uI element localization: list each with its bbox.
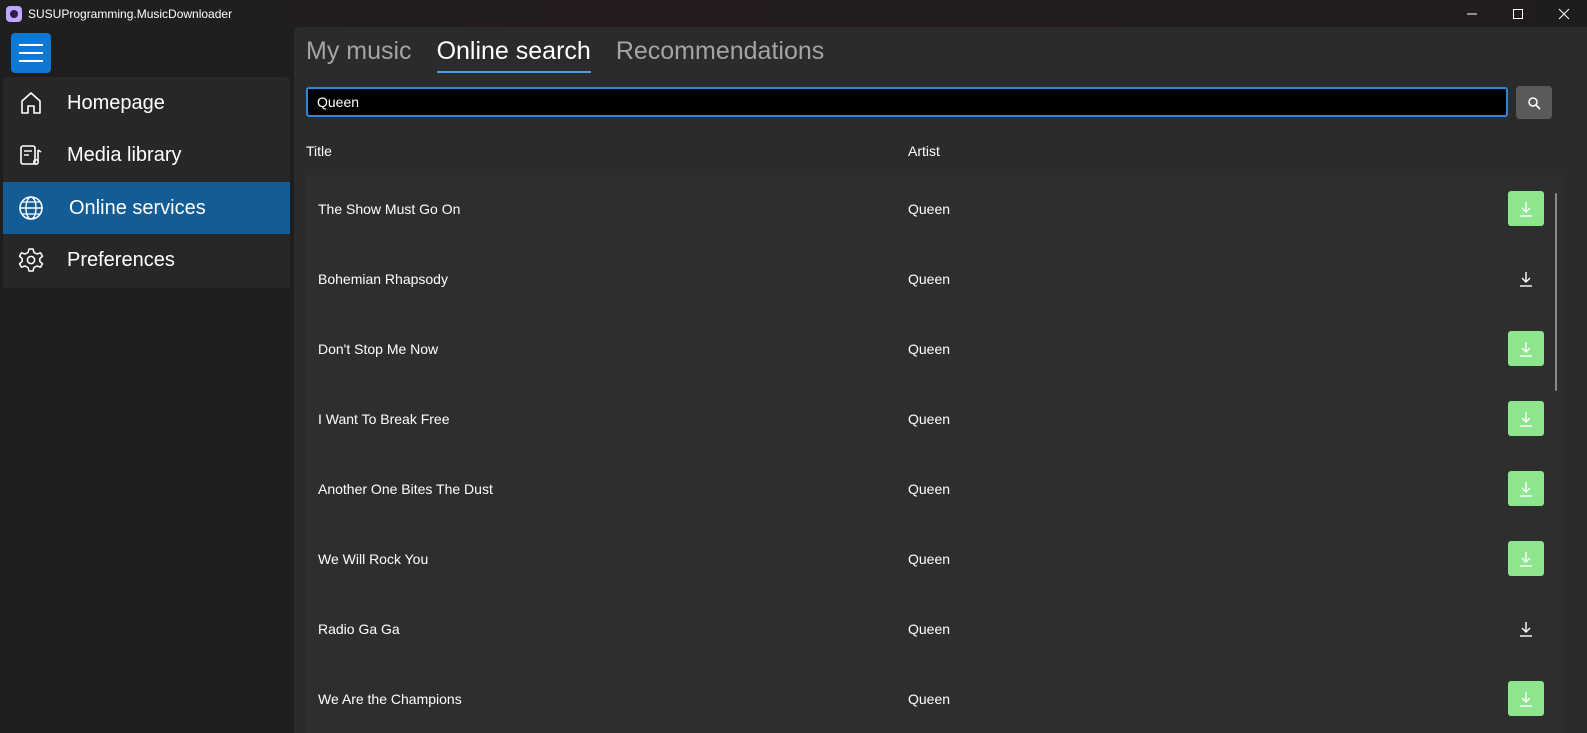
track-artist: Queen	[908, 271, 951, 287]
track-title: Radio Ga Ga	[318, 621, 400, 637]
download-button[interactable]	[1508, 261, 1544, 296]
sidebar-item-label: Media library	[67, 143, 182, 166]
download-button[interactable]	[1508, 681, 1544, 716]
track-artist: Queen	[908, 341, 951, 357]
main-content: My music Online search Recommendations T…	[294, 27, 1587, 733]
close-icon	[1558, 8, 1570, 19]
sidebar-item-preferences[interactable]: Preferences	[3, 234, 290, 286]
track-title: Bohemian Rhapsody	[318, 271, 448, 287]
nav-menu: Homepage Media library Online services P…	[3, 77, 290, 288]
maximize-button[interactable]	[1495, 0, 1541, 27]
search-icon	[1528, 96, 1541, 110]
download-icon	[1520, 621, 1532, 637]
download-icon	[1520, 481, 1532, 497]
hamburger-menu-button[interactable]	[11, 33, 51, 73]
download-icon	[1520, 201, 1532, 217]
download-icon	[1520, 691, 1532, 707]
track-title: Another One Bites The Dust	[318, 481, 493, 497]
column-header-title[interactable]: Title	[306, 143, 332, 159]
table-row[interactable]: Don't Stop Me Now Queen	[306, 315, 1564, 385]
sidebar-item-online-services[interactable]: Online services	[3, 182, 290, 234]
window-controls	[1449, 0, 1587, 27]
sidebar-item-label: Preferences	[67, 248, 175, 271]
track-title: We Will Rock You	[318, 551, 429, 567]
track-artist: Queen	[908, 411, 951, 427]
column-header-artist[interactable]: Artist	[908, 143, 940, 159]
sidebar-item-media-library[interactable]: Media library	[3, 129, 290, 181]
scrollbar[interactable]	[1555, 193, 1557, 391]
track-artist: Queen	[908, 691, 951, 707]
results-list: The Show Must Go On Queen Bohemian Rhaps…	[306, 175, 1564, 733]
table-row[interactable]: We Will Rock You Queen	[306, 525, 1564, 595]
download-icon	[1520, 271, 1532, 287]
minimize-icon	[1467, 13, 1477, 14]
title-bar: SUSUProgramming.MusicDownloader	[0, 0, 1587, 27]
track-title: The Show Must Go On	[318, 201, 461, 217]
download-button[interactable]	[1508, 331, 1544, 366]
download-button[interactable]	[1508, 471, 1544, 506]
table-row[interactable]: We Are the Champions Queen	[306, 665, 1564, 733]
sidebar-item-homepage[interactable]: Homepage	[3, 77, 290, 129]
download-button[interactable]	[1508, 191, 1544, 226]
track-title: Don't Stop Me Now	[318, 341, 439, 357]
table-row[interactable]: I Want To Break Free Queen	[306, 385, 1564, 455]
download-button[interactable]	[1508, 401, 1544, 436]
table-row[interactable]: The Show Must Go On Queen	[306, 175, 1564, 245]
sidebar-item-label: Homepage	[67, 91, 165, 114]
window-title: SUSUProgramming.MusicDownloader	[28, 6, 233, 21]
track-title: I Want To Break Free	[318, 411, 450, 427]
media-library-icon	[17, 141, 45, 169]
track-artist: Queen	[908, 551, 951, 567]
track-artist: Queen	[908, 481, 951, 497]
tab-my-music[interactable]: My music	[306, 35, 412, 73]
download-icon	[1520, 411, 1532, 427]
track-artist: Queen	[908, 621, 951, 637]
globe-icon	[17, 194, 45, 222]
download-icon	[1520, 551, 1532, 567]
download-icon	[1520, 341, 1532, 357]
sidebar: Homepage Media library Online services P…	[0, 27, 294, 733]
table-row[interactable]: Another One Bites The Dust Queen	[306, 455, 1564, 525]
search-input[interactable]	[306, 87, 1508, 117]
track-title: We Are the Champions	[318, 691, 462, 707]
home-icon	[17, 89, 45, 117]
close-button[interactable]	[1541, 0, 1587, 27]
app-icon	[6, 5, 22, 22]
sidebar-item-label: Online services	[69, 196, 206, 219]
track-artist: Queen	[908, 201, 951, 217]
gear-icon	[17, 246, 45, 274]
download-button[interactable]	[1508, 541, 1544, 576]
table-row[interactable]: Bohemian Rhapsody Queen	[306, 245, 1564, 315]
tab-recommendations[interactable]: Recommendations	[616, 35, 824, 73]
tab-online-search[interactable]: Online search	[436, 35, 592, 73]
table-row[interactable]: Radio Ga Ga Queen	[306, 595, 1564, 665]
hamburger-icon	[19, 44, 43, 62]
maximize-icon	[1513, 8, 1523, 19]
tab-bar: My music Online search Recommendations	[306, 35, 849, 75]
download-button[interactable]	[1508, 611, 1544, 646]
minimize-button[interactable]	[1449, 0, 1495, 27]
search-button[interactable]	[1516, 86, 1552, 119]
